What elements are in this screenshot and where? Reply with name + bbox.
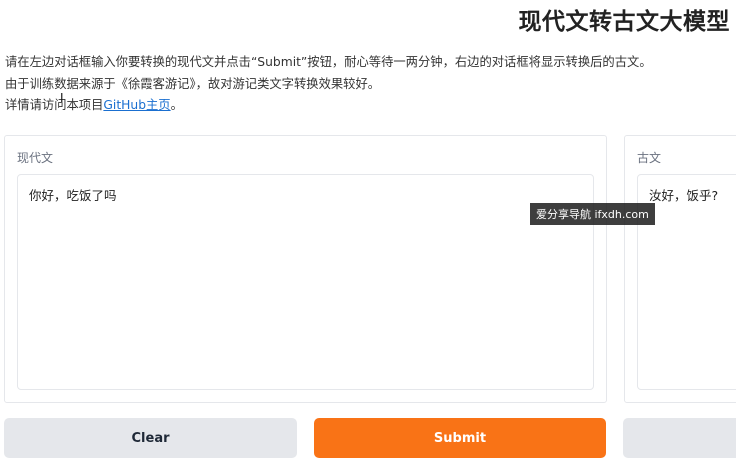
input-panel: 现代文 你好，吃饭了吗 [4,135,607,403]
page-title: 现代文转古文大模型 [518,9,730,35]
output-panel: 古文 汝好，饭乎? [624,135,736,403]
input-panel-label: 现代文 [17,151,54,165]
description-line-3-suffix: 。 [170,98,183,112]
watermark-badge: 爱分享导航 ifxdh.com [530,203,655,225]
description-line-2: 由于训练数据来源于《徐霞客游记》，故对游记类文字转换效果较好。 [5,76,381,91]
clear-button[interactable]: Clear [4,418,297,458]
modern-text-input[interactable]: 你好，吃饭了吗 [17,174,594,390]
text-cursor-icon: I [60,91,64,105]
submit-button[interactable]: Submit [314,418,606,458]
github-link[interactable]: GitHub主页 [103,98,170,112]
app-page: 现代文转古文大模型 请在左边对话框输入你要转换的现代文并点击“Submit”按钮… [0,0,736,465]
output-panel-label: 古文 [637,151,662,165]
description-line-3-prefix: 详情请访问本项目 [5,98,104,112]
description-line-1: 请在左边对话框输入你要转换的现代文并点击“Submit”按钮，耐心等待一两分钟，… [5,55,652,69]
description: 请在左边对话框输入你要转换的现代文并点击“Submit”按钮，耐心等待一两分钟，… [5,52,733,117]
extra-button[interactable] [623,418,736,458]
description-line-3: 详情请访问本项目GitHub主页。 [5,95,733,117]
